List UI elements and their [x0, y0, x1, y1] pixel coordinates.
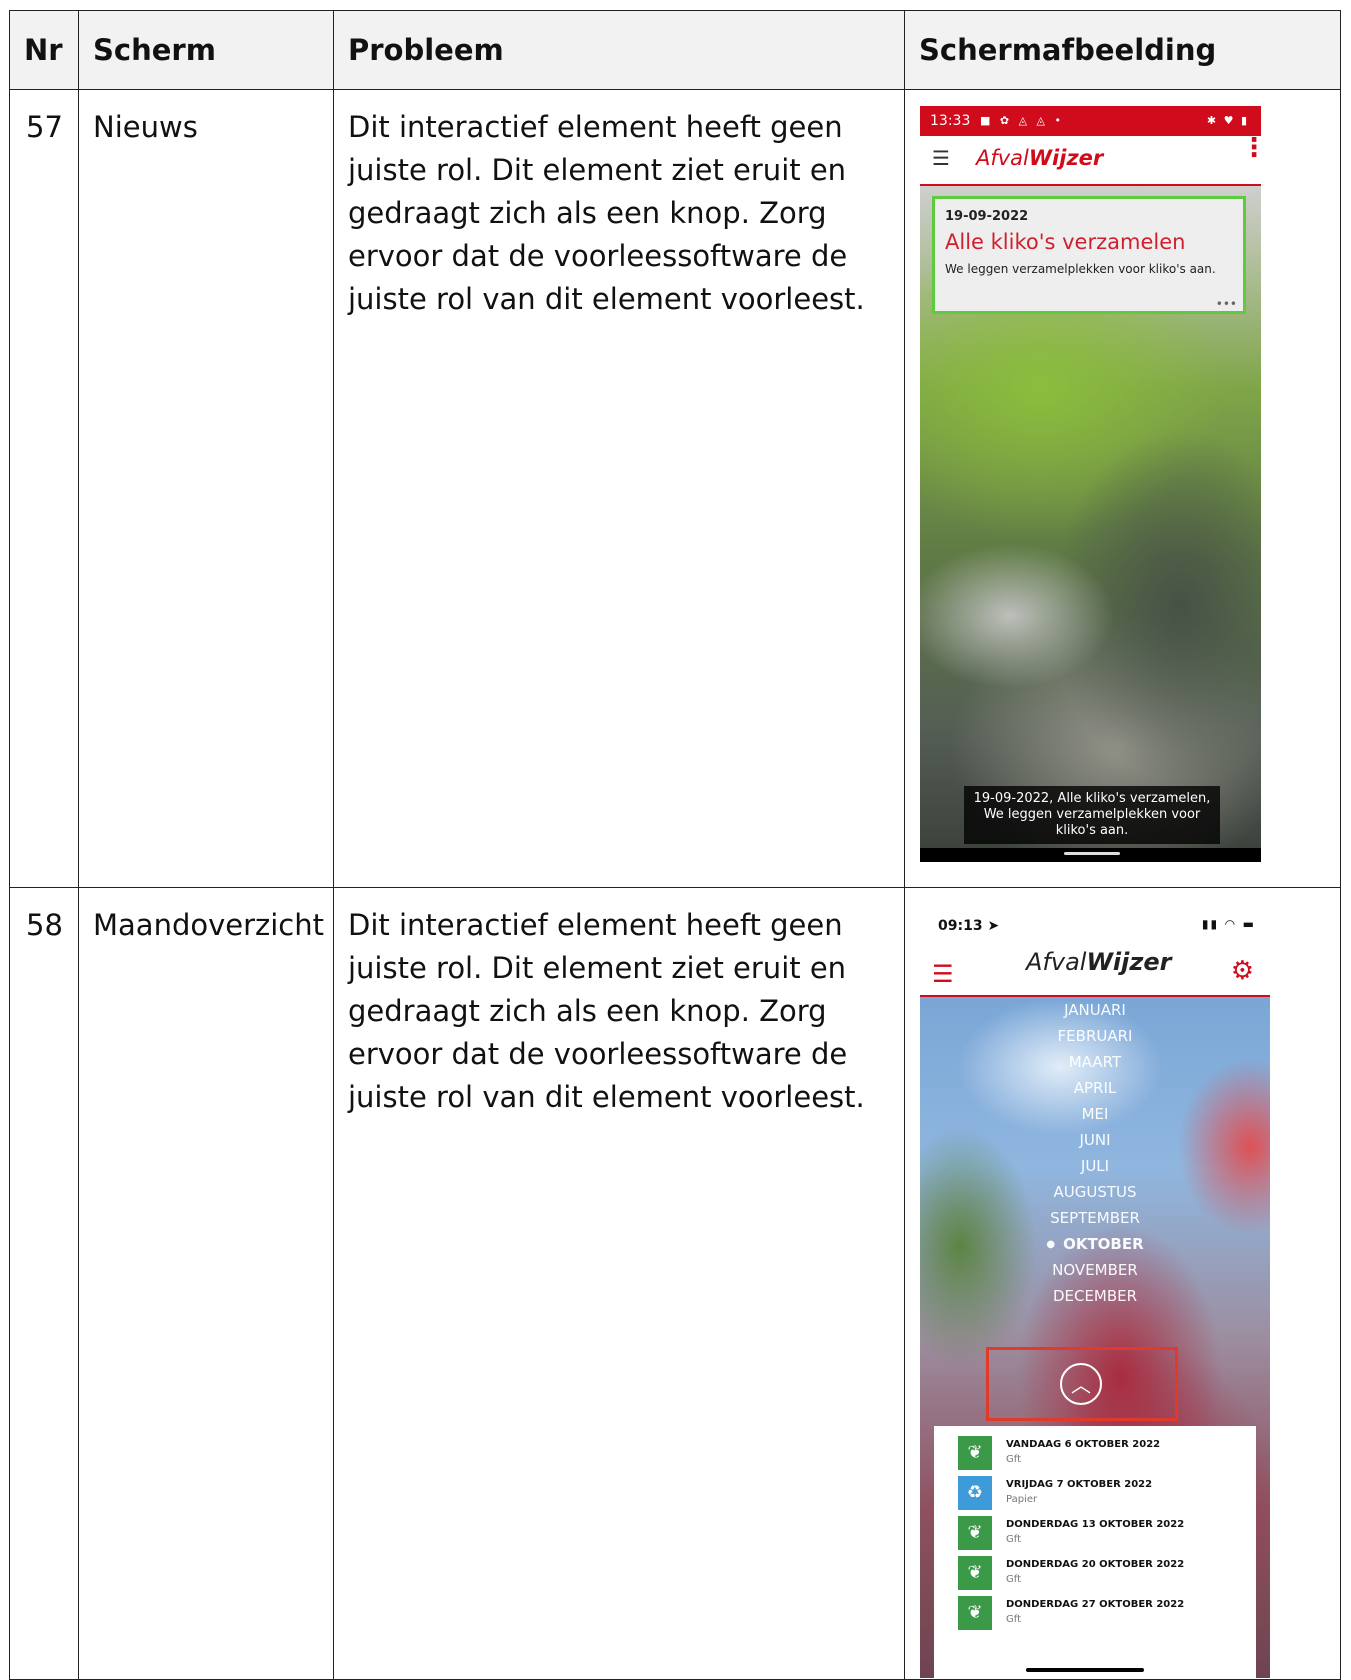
collection-type: Gft: [1006, 1534, 1022, 1545]
android-screenshot: 13:33 ■ ✿ ◬ ◬ • ✱ ♥ ▮ ☰ AfvalWijzer ⋮ 19…: [920, 106, 1261, 862]
list-item[interactable]: ❦ DONDERDAG 13 OKTOBER 2022 Gft: [958, 1516, 1256, 1556]
system-icons: ✱ ♥ ▮: [1206, 114, 1249, 127]
menu-icon[interactable]: ☰: [932, 146, 950, 170]
background-image: JANUARI FEBRUARI MAART APRIL MEI JUNI JU…: [920, 997, 1270, 1678]
gesture-bar: [920, 848, 1261, 862]
month-item[interactable]: NOVEMBER: [920, 1257, 1270, 1283]
system-icons: ▮▮ ◠ ▬: [1201, 917, 1256, 931]
menu-icon[interactable]: ☰: [932, 960, 954, 988]
collection-type: Papier: [1006, 1494, 1038, 1505]
row-scherm: Maandoverzicht: [93, 908, 324, 942]
app-logo: AfvalWijzer: [976, 146, 1104, 170]
collection-list: ❦ VANDAAG 6 OKTOBER 2022 Gft ♻ VRIJDAG 7…: [934, 1426, 1256, 1678]
issues-table: Nr Scherm Probleem Schermafbeelding 57 N…: [9, 10, 1341, 1680]
row-scherm: Nieuws: [93, 110, 198, 144]
header-scherm: Scherm: [78, 10, 334, 90]
gear-icon[interactable]: ⚙: [1231, 956, 1254, 986]
news-card[interactable]: 19-09-2022 Alle kliko's verzamelen We le…: [932, 196, 1246, 314]
more-vertical-icon[interactable]: ⋮: [1241, 135, 1261, 161]
collection-type: Gft: [1006, 1454, 1022, 1465]
table-row: 58 Maandoverzicht Dit interactief elemen…: [9, 887, 1341, 1680]
list-item[interactable]: ♻ VRIJDAG 7 OKTOBER 2022 Papier: [958, 1476, 1256, 1516]
table-row: 57 Nieuws Dit interactief element heeft …: [9, 89, 1341, 888]
home-indicator: [1026, 1668, 1144, 1672]
collection-date: VRIJDAG 7 OKTOBER 2022: [1006, 1479, 1153, 1490]
collection-date: DONDERDAG 13 OKTOBER 2022: [1006, 1519, 1185, 1530]
month-item[interactable]: DECEMBER: [920, 1283, 1270, 1309]
header-probleem: Probleem: [333, 10, 905, 90]
collection-type: Gft: [1006, 1574, 1022, 1585]
ios-screenshot: 09:13 ➤ ▮▮ ◠ ▬ ☰ AfvalWijzer ⚙ JANUARI F…: [920, 904, 1270, 1678]
month-item[interactable]: JANUARI: [920, 997, 1270, 1023]
screenshot-cell: 09:13 ➤ ▮▮ ◠ ▬ ☰ AfvalWijzer ⚙ JANUARI F…: [904, 887, 1341, 1680]
notification-icons: ■ ✿ ◬ ◬ •: [980, 114, 1065, 127]
gesture-pill: [1064, 852, 1120, 855]
list-item[interactable]: ❦ VANDAAG 6 OKTOBER 2022 Gft: [958, 1436, 1256, 1476]
collection-date: DONDERDAG 20 OKTOBER 2022: [1006, 1559, 1185, 1570]
gft-icon: ❦: [958, 1556, 992, 1590]
gft-icon: ❦: [958, 1516, 992, 1550]
month-item[interactable]: MEI: [920, 1101, 1270, 1127]
month-item[interactable]: SEPTEMBER: [920, 1205, 1270, 1231]
list-item[interactable]: ❦ DONDERDAG 20 OKTOBER 2022 Gft: [958, 1556, 1256, 1596]
collection-date: DONDERDAG 27 OKTOBER 2022: [1006, 1599, 1185, 1610]
app-bar: ☰ AfvalWijzer ⋮: [920, 135, 1261, 186]
header-row: Nr Scherm Probleem Schermafbeelding: [9, 10, 1341, 90]
row-nr: 57: [26, 110, 63, 144]
papier-icon: ♻: [958, 1476, 992, 1510]
month-item[interactable]: JULI: [920, 1153, 1270, 1179]
news-title: Alle kliko's verzamelen: [945, 230, 1186, 254]
collection-date: VANDAAG 6 OKTOBER 2022: [1006, 1439, 1161, 1450]
header-nr: Nr: [9, 10, 79, 90]
month-item[interactable]: JUNI: [920, 1127, 1270, 1153]
app-bar: ☰ AfvalWijzer ⚙: [920, 948, 1270, 997]
gft-icon: ❦: [958, 1436, 992, 1470]
header-schermafbeelding: Schermafbeelding: [904, 10, 1341, 90]
month-item[interactable]: AUGUSTUS: [920, 1179, 1270, 1205]
row-probleem: Dit interactief element heeft geen juist…: [348, 110, 865, 316]
row-nr: 58: [26, 908, 63, 942]
news-description: We leggen verzamelplekken voor kliko's a…: [945, 262, 1216, 276]
screenshot-cell: 13:33 ■ ✿ ◬ ◬ • ✱ ♥ ▮ ☰ AfvalWijzer ⋮ 19…: [904, 89, 1341, 888]
more-dots-icon: •••: [1215, 297, 1237, 311]
status-time: 09:13 ➤: [938, 918, 1000, 934]
status-time: 13:33: [930, 113, 971, 129]
chevron-up-icon[interactable]: ︿: [1060, 1363, 1102, 1405]
month-item[interactable]: FEBRUARI: [920, 1023, 1270, 1049]
list-item[interactable]: ❦ DONDERDAG 27 OKTOBER 2022 Gft: [958, 1596, 1256, 1636]
month-item[interactable]: APRIL: [920, 1075, 1270, 1101]
app-logo: AfvalWijzer: [1026, 948, 1172, 976]
month-item-active[interactable]: OKTOBER: [920, 1231, 1270, 1257]
status-bar: 13:33 ■ ✿ ◬ ◬ • ✱ ♥ ▮: [920, 106, 1261, 136]
collection-type: Gft: [1006, 1614, 1022, 1625]
gft-icon: ❦: [958, 1596, 992, 1630]
month-item[interactable]: MAART: [920, 1049, 1270, 1075]
news-date: 19-09-2022: [945, 209, 1029, 224]
screenreader-caption: 19-09-2022, Alle kliko's verzamelen, We …: [964, 786, 1220, 844]
month-list: JANUARI FEBRUARI MAART APRIL MEI JUNI JU…: [920, 997, 1270, 1309]
status-bar: 09:13 ➤ ▮▮ ◠ ▬: [920, 904, 1270, 948]
row-probleem: Dit interactief element heeft geen juist…: [348, 908, 865, 1114]
